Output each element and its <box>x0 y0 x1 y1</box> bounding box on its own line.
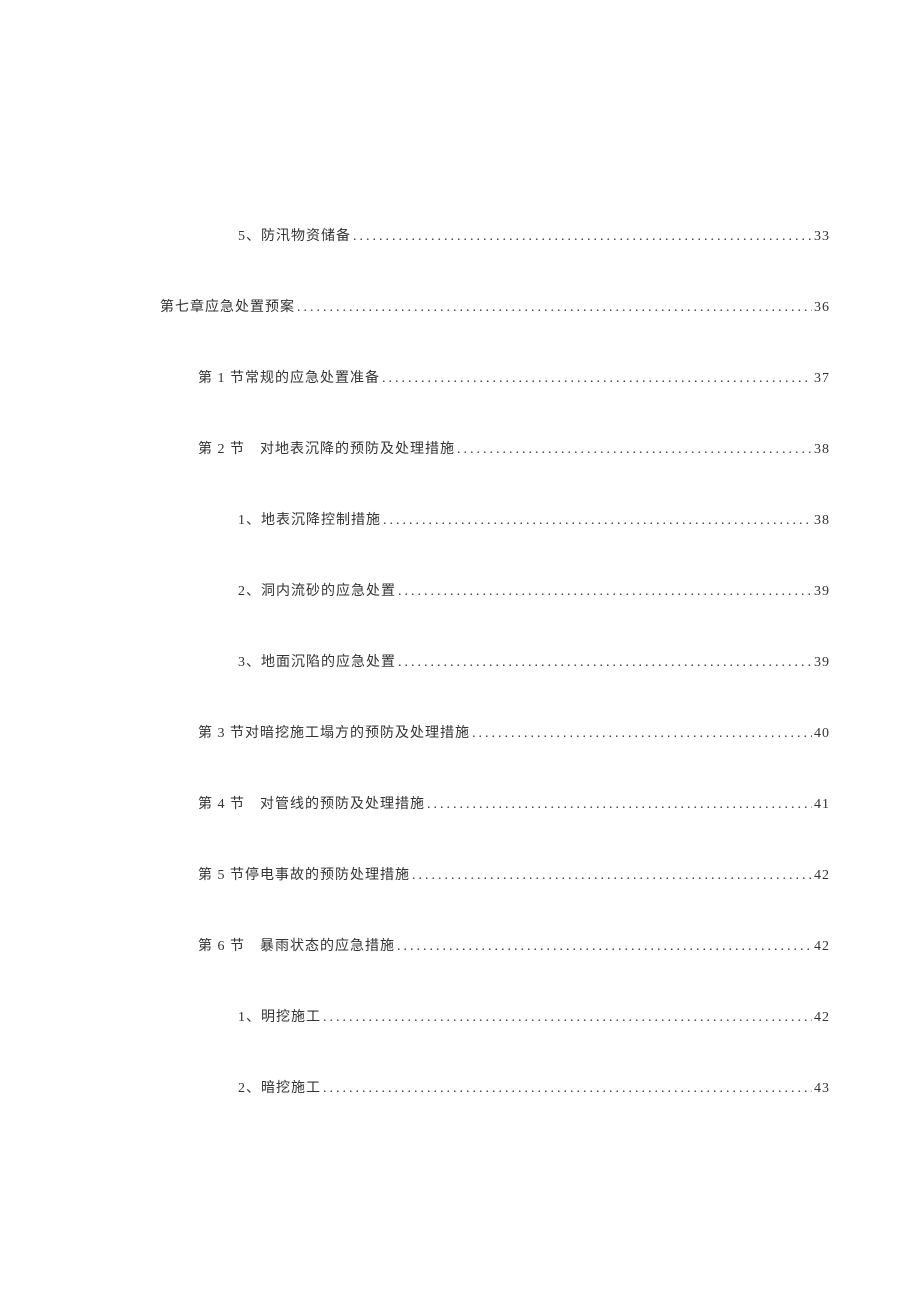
table-of-contents: 5、防汛物资储备 33 第七章应急处置预案 36 第 1 节常规的应急处置准备 37 第 2… <box>160 225 830 1097</box>
toc-entry: 5、防汛物资储备 33 <box>238 225 830 245</box>
toc-leader-dots <box>353 229 812 245</box>
toc-entry-page: 43 <box>814 1081 830 1097</box>
toc-entry-page: 33 <box>814 229 830 245</box>
toc-entry-label: 2、暗挖施工 <box>238 1077 321 1097</box>
toc-entry-page: 42 <box>814 939 830 955</box>
toc-leader-dots <box>398 655 812 671</box>
toc-leader-dots <box>323 1010 812 1026</box>
toc-entry-label: 第 5 节停电事故的预防处理措施 <box>198 864 410 884</box>
toc-entry-page: 42 <box>814 1010 830 1026</box>
toc-entry: 第七章应急处置预案 36 <box>160 296 830 316</box>
toc-leader-dots <box>382 371 812 387</box>
toc-entry: 第 1 节常规的应急处置准备 37 <box>198 367 830 387</box>
toc-entry: 第 3 节对暗挖施工塌方的预防及处理措施 40 <box>198 722 830 742</box>
toc-leader-dots <box>383 513 812 529</box>
toc-entry-page: 42 <box>814 868 830 884</box>
toc-entry-label: 第 3 节对暗挖施工塌方的预防及处理措施 <box>198 722 470 742</box>
toc-entry-page: 39 <box>814 655 830 671</box>
toc-entry-label: 1、地表沉降控制措施 <box>238 509 381 529</box>
toc-entry-label: 第 2 节 对地表沉降的预防及处理措施 <box>198 438 455 458</box>
toc-leader-dots <box>412 868 812 884</box>
toc-entry: 2、洞内流砂的应急处置 39 <box>238 580 830 600</box>
toc-entry-page: 37 <box>814 371 830 387</box>
toc-entry-label: 第 4 节 对管线的预防及处理措施 <box>198 793 425 813</box>
toc-leader-dots <box>457 442 812 458</box>
toc-entry-label: 第 1 节常规的应急处置准备 <box>198 367 380 387</box>
toc-entry-label: 第 6 节 暴雨状态的应急措施 <box>198 935 395 955</box>
toc-entry-label: 第七章应急处置预案 <box>160 296 295 316</box>
toc-entry-label: 3、地面沉陷的应急处置 <box>238 651 396 671</box>
toc-entry-page: 38 <box>814 513 830 529</box>
toc-leader-dots <box>472 726 812 742</box>
toc-entry: 3、地面沉陷的应急处置 39 <box>238 651 830 671</box>
toc-entry: 第 4 节 对管线的预防及处理措施 41 <box>198 793 830 813</box>
toc-entry-page: 38 <box>814 442 830 458</box>
toc-leader-dots <box>427 797 812 813</box>
toc-entry: 第 5 节停电事故的预防处理措施 42 <box>198 864 830 884</box>
toc-entry-label: 1、明挖施工 <box>238 1006 321 1026</box>
toc-leader-dots <box>297 300 812 316</box>
toc-entry-label: 2、洞内流砂的应急处置 <box>238 580 396 600</box>
toc-leader-dots <box>398 584 812 600</box>
toc-entry: 第 6 节 暴雨状态的应急措施 42 <box>198 935 830 955</box>
toc-entry: 第 2 节 对地表沉降的预防及处理措施 38 <box>198 438 830 458</box>
toc-entry: 2、暗挖施工 43 <box>238 1077 830 1097</box>
toc-entry-page: 39 <box>814 584 830 600</box>
toc-entry: 1、明挖施工 42 <box>238 1006 830 1026</box>
toc-leader-dots <box>323 1081 812 1097</box>
toc-entry: 1、地表沉降控制措施 38 <box>238 509 830 529</box>
toc-entry-page: 41 <box>814 797 830 813</box>
toc-entry-page: 36 <box>814 300 830 316</box>
toc-leader-dots <box>397 939 812 955</box>
toc-entry-label: 5、防汛物资储备 <box>238 225 351 245</box>
toc-entry-page: 40 <box>814 726 830 742</box>
